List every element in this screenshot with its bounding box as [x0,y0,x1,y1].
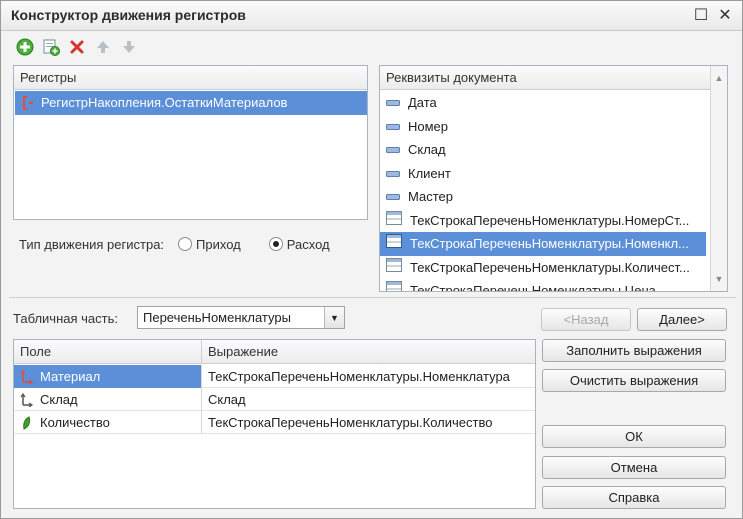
attribute-label: Склад [408,142,446,157]
attribute-item[interactable]: Номер [380,115,706,139]
delete-icon[interactable] [67,37,87,57]
movement-type-row: Тип движения регистра: Приход Расход [19,235,330,253]
tabular-part-label: Табличная часть: [13,311,118,326]
attribute-label: ТекСтрокаПереченьНоменклатуры.НомерСт... [410,212,690,228]
dialog-title: Конструктор движения регистров [11,7,246,23]
row-expression-cell[interactable]: ТекСтрокаПереченьНоменклатуры.Номенклату… [202,365,535,388]
maximize-button[interactable]: ☐ [691,5,711,25]
register-icon [21,96,35,110]
table-column-icon [386,209,402,233]
attributes-list: Дата Номер Склад Клиент Мастер ТекСтрока… [380,91,706,292]
back-button[interactable]: <Назад [541,308,631,331]
attribute-item-selected[interactable]: ТекСтрокаПереченьНоменклатуры.Номенкл... [380,232,706,256]
table-row[interactable]: Склад Склад [14,388,535,411]
maximize-icon: ☐ [693,7,709,24]
row-field-cell[interactable]: Материал [14,365,202,388]
attribute-item[interactable]: ТекСтрокаПереченьНоменклатуры.Количест..… [380,256,706,280]
attribute-label: ТекСтрокаПереченьНоменклатуры.Номенкл... [410,236,689,251]
tabular-part-select[interactable]: ПереченьНоменклатуры ▼ [137,306,345,329]
attribute-label: Номер [408,118,449,134]
constructor-dialog: Конструктор движения регистров ☐ ✕ Регис… [0,0,743,519]
radio-expense-label: Расход [286,236,330,252]
registers-header: Регистры [14,66,367,90]
close-button[interactable]: ✕ [715,5,735,25]
dimension-icon [20,392,34,407]
attribute-item[interactable]: ТекСтрокаПереченьНоменклатуры.НомерСт... [380,209,706,233]
attribute-item[interactable]: ТекСтрокаПереченьНоменклатуры.Цена [380,279,706,292]
table-row[interactable]: Количество ТекСтрокаПереченьНоменклатуры… [14,411,535,434]
attribute-icon [386,162,400,186]
row-field-cell[interactable]: Количество [14,411,202,434]
next-button[interactable]: Далее> [637,308,727,331]
tabular-part-value: ПереченьНоменклатуры [143,310,291,325]
add-icon[interactable] [15,37,35,57]
attribute-label: Дата [408,95,437,110]
attributes-header: Реквизиты документа [380,66,710,90]
dimension-icon [20,369,34,384]
register-item[interactable]: РегистрНакопления.ОстаткиМатериалов [15,91,367,115]
attributes-panel: Реквизиты документа Дата Номер Склад Кли… [379,65,728,292]
move-up-icon[interactable] [93,37,113,57]
radio-income-circle[interactable] [178,237,193,251]
attribute-label: ТекСтрокаПереченьНоменклатуры.Количест..… [410,259,690,275]
resource-icon [20,415,34,430]
attribute-icon [386,91,400,115]
row-field-label: Количество [40,415,110,430]
help-button[interactable]: Справка [542,486,726,509]
radio-income-label: Приход [196,236,241,252]
grid-header: Поле Выражение [14,340,535,364]
register-label: РегистрНакопления.ОстаткиМатериалов [41,95,288,110]
radio-expense-circle[interactable] [268,237,283,251]
row-expression-cell[interactable]: Склад [202,388,535,411]
column-field-header[interactable]: Поле [14,340,202,364]
attribute-item[interactable]: Мастер [380,185,706,209]
attribute-icon [386,115,400,139]
attribute-item[interactable]: Склад [380,138,706,162]
separator [9,297,736,298]
cancel-button[interactable]: Отмена [542,456,726,479]
attribute-label: Клиент [408,165,451,181]
chevron-down-icon[interactable]: ▼ [324,307,344,328]
attribute-icon [386,185,400,209]
add-copy-icon[interactable] [41,37,61,57]
movement-type-label: Тип движения регистра: [19,236,165,252]
radio-expense[interactable]: Расход [268,236,330,252]
attributes-scrollbar[interactable]: ▲ ▼ [710,66,727,291]
scroll-up-icon[interactable]: ▲ [711,70,727,86]
move-down-icon[interactable] [119,37,139,57]
row-field-label: Материал [40,369,101,384]
table-column-icon [386,256,402,280]
row-expression-cell[interactable]: ТекСтрокаПереченьНоменклатуры.Количество [202,411,535,434]
attribute-item[interactable]: Дата [380,91,706,115]
title-bar: Конструктор движения регистров ☐ ✕ [1,1,742,31]
column-expression-header[interactable]: Выражение [202,340,535,364]
registers-panel: Регистры РегистрНакопления.ОстаткиМатери… [13,65,368,220]
clear-expressions-button[interactable]: Очистить выражения [542,369,726,392]
toolbar [15,37,139,59]
scroll-down-icon[interactable]: ▼ [711,271,727,287]
ok-button[interactable]: ОК [542,425,726,448]
fill-expressions-button[interactable]: Заполнить выражения [542,339,726,362]
attribute-item[interactable]: Клиент [380,162,706,186]
table-column-icon [386,232,402,256]
radio-income[interactable]: Приход [178,237,241,252]
attribute-label: Мастер [408,189,453,204]
close-icon: ✕ [718,7,732,24]
row-field-cell[interactable]: Склад [14,388,202,411]
row-field-label: Склад [40,392,78,407]
attribute-icon [386,138,400,162]
attribute-label: ТекСтрокаПереченьНоменклатуры.Цена [410,283,656,292]
table-column-icon [386,279,402,291]
fields-grid: Поле Выражение Материал ТекСтрокаПеречен… [13,339,536,509]
table-row[interactable]: Материал ТекСтрокаПереченьНоменклатуры.Н… [14,365,535,388]
